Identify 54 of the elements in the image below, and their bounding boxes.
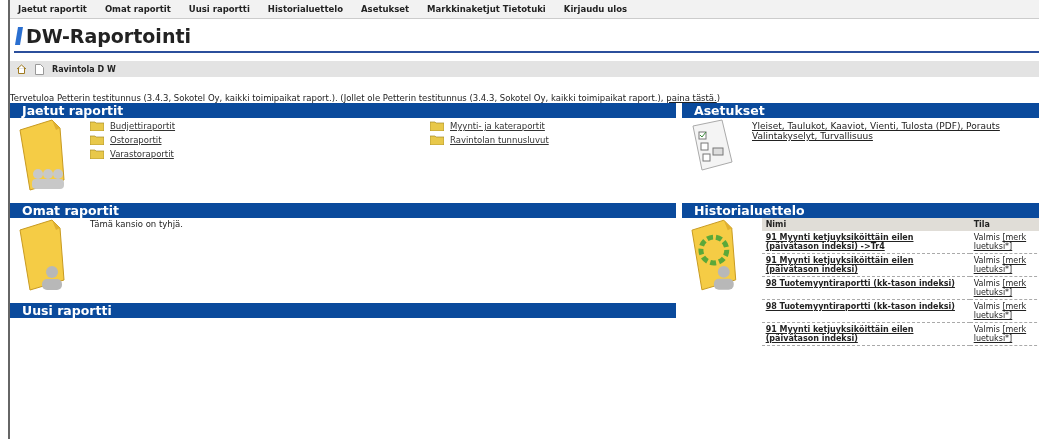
mark-read-link[interactable]: luetuksi*] [973, 311, 1038, 320]
mark-read-link[interactable]: [merk [1002, 325, 1027, 334]
folder-icon [90, 121, 104, 131]
home-icon[interactable] [16, 64, 27, 74]
section-header: Uusi raportti [10, 303, 676, 318]
document-icon[interactable] [35, 63, 44, 75]
mark-read-link[interactable]: [merk [1002, 279, 1027, 288]
folder-link[interactable]: Ravintolan tunnusluvut [430, 135, 630, 145]
section-header: Historialuettelo [682, 203, 1039, 218]
nav-link[interactable]: Uusi raportti [188, 4, 250, 14]
empty-folder-text: Tämä kansio on tyhjä. [90, 218, 183, 231]
report-link[interactable]: 98 Tuotemyyntiraportti (kk-tason indeksi) [765, 279, 966, 288]
report-link[interactable]: 91 Myynti ketjuyksiköittäin eilen (päivätason indeksi) [765, 325, 966, 343]
logo-icon [14, 26, 24, 46]
mark-read-link[interactable]: [merk [1002, 256, 1027, 265]
click-here-link[interactable]: paina tästä. [666, 93, 717, 103]
folder-link[interactable]: Budjettiraportit [90, 121, 430, 131]
mark-read-link[interactable]: luetuksi*] [973, 334, 1038, 343]
breadcrumb: Ravintola D W [52, 64, 116, 74]
column-header: Tila [969, 218, 1039, 231]
section-header: Omat raportit [10, 203, 676, 218]
app-title: DW-Raportointi [26, 25, 191, 47]
nav-link[interactable]: Jaetut raportit [18, 4, 87, 14]
settings-link[interactable]: Yleiset, Taulukot, Kaaviot, Vienti, Tulosta (PDF), Porauts [752, 121, 1000, 131]
mark-read-link[interactable]: luetuksi*] [973, 288, 1038, 297]
folder-link[interactable]: Myynti- ja kateraportit [430, 121, 630, 131]
column-header: Nimi [761, 218, 970, 231]
mark-read-link[interactable]: [merk [1002, 302, 1027, 311]
section-header: Asetukset [682, 103, 1039, 118]
folder-link[interactable]: Varastoraportit [90, 149, 430, 159]
nav-link[interactable]: Asetukset [361, 4, 410, 14]
section-header: Jaetut raportit [10, 103, 676, 118]
report-link[interactable]: 98 Tuotemyyntiraportti (kk-tason indeksi) [765, 302, 966, 311]
nav-link[interactable]: Historialuettelo [267, 4, 344, 14]
nav-link[interactable]: Omat raportit [104, 4, 171, 14]
status-text: Valmis [973, 302, 1000, 311]
folder-icon [90, 149, 104, 159]
folder-icon [430, 135, 444, 145]
report-link[interactable]: 91 Myynti ketjuyksiköittäin eilen (päivätason indeksi) ->Tr4 [765, 233, 966, 251]
mark-read-link[interactable]: luetuksi*] [973, 265, 1038, 274]
status-text: Valmis [973, 279, 1000, 288]
mark-read-link[interactable]: [merk [1002, 233, 1027, 242]
settings-link[interactable]: Valintakyselyt, Turvallisuus [752, 131, 1000, 141]
nav-link[interactable]: Kirjaudu ulos [563, 4, 628, 14]
welcome-text: Tervetuloa Petterin testitunnus (3.4.3, Sokotel Oy, kaikki toimipaikat raport.). (Jollet ole Petterin testitunnus (3.4.3, Sokotel Oy, kaikki toimipaikat raport.), paina tästä.) [10, 93, 722, 103]
status-text: Valmis [973, 256, 1000, 265]
folder-link[interactable]: Ostoraportit [90, 135, 430, 145]
folder-icon [430, 121, 444, 131]
mark-read-link[interactable]: luetuksi*] [973, 242, 1038, 251]
nav-link[interactable]: Markkinaketjut Tietotuki [427, 4, 546, 14]
status-text: Valmis [973, 325, 1000, 334]
report-link[interactable]: 91 Myynti ketjuyksiköittäin eilen (päivätason indeksi) [765, 256, 966, 274]
folder-icon [90, 135, 104, 145]
status-text: Valmis [973, 233, 1000, 242]
